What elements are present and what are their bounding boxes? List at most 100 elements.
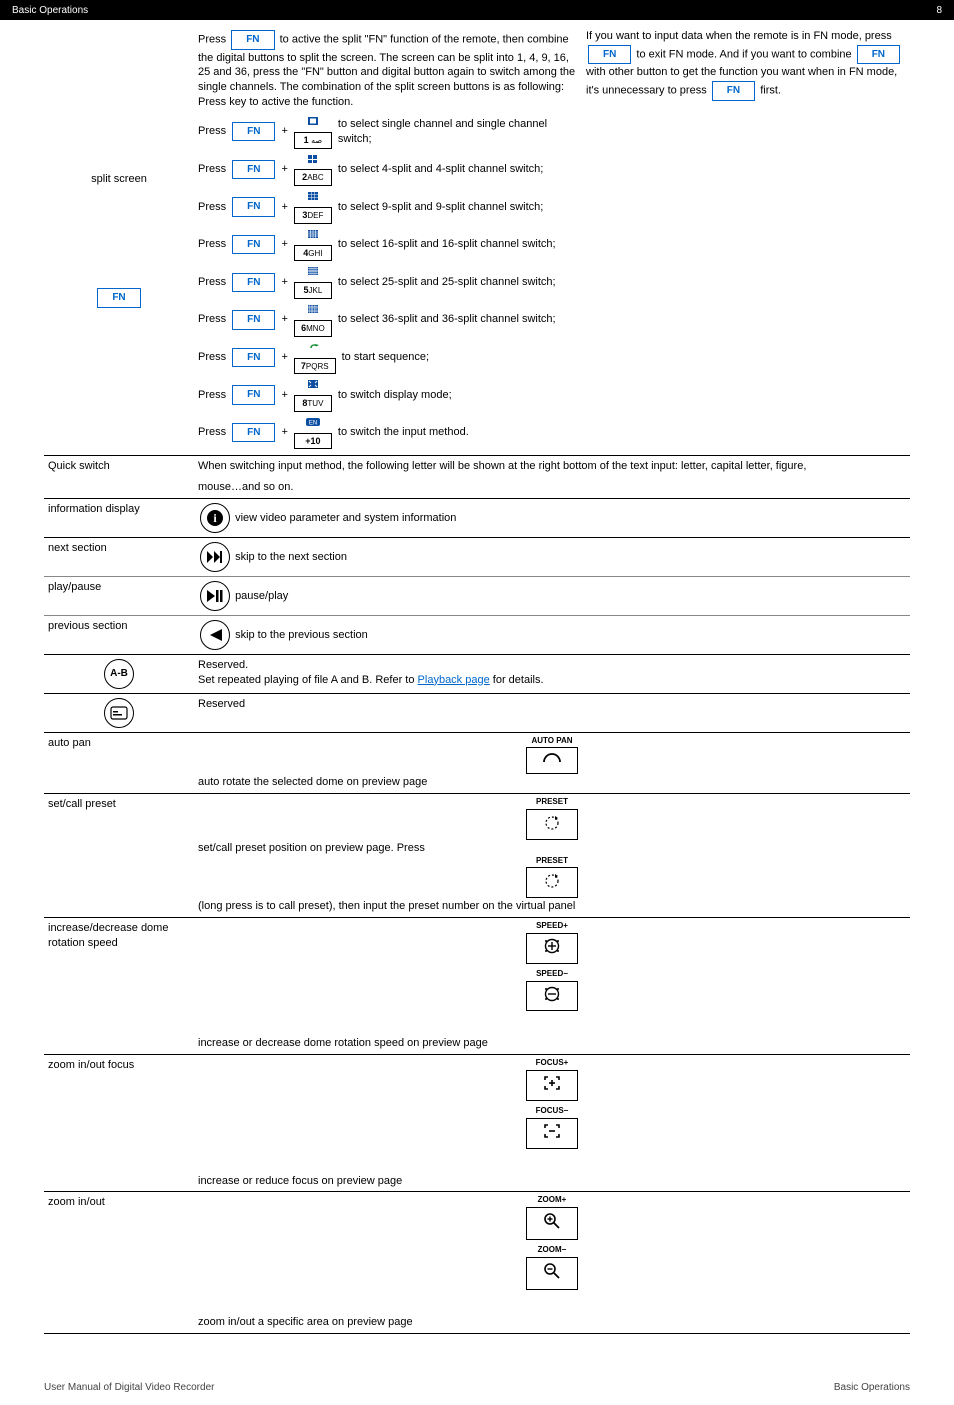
info-icon[interactable]: i xyxy=(200,503,230,533)
row-label-preset: set/call preset xyxy=(44,794,194,918)
row-label-autopan: auto pan xyxy=(44,732,194,793)
digit-key-6[interactable]: 6MNO xyxy=(294,320,332,337)
key-label-speed-plus: SPEED+ xyxy=(536,921,568,932)
text: to select 4-split and 4-split channel sw… xyxy=(338,162,543,177)
fn-key[interactable]: FN xyxy=(232,348,275,368)
text: Press xyxy=(198,350,226,365)
text: key to active the function. xyxy=(229,96,353,108)
text: (long press is to call preset), then inp… xyxy=(198,900,575,912)
text: to start sequence; xyxy=(342,350,429,365)
key-label-focus-minus: FOCUS− xyxy=(536,1106,569,1117)
footer-right: Basic Operations xyxy=(834,1382,910,1393)
row-label-quickswitch: Quick switch xyxy=(44,455,194,476)
fn-key[interactable]: FN xyxy=(712,81,755,101)
mode-icon-16split xyxy=(292,229,334,244)
plus-icon: + xyxy=(281,200,287,215)
zoom-plus-key[interactable] xyxy=(526,1207,578,1240)
subtitle-icon[interactable] xyxy=(104,698,134,728)
fn-key[interactable]: FN xyxy=(232,310,275,330)
playback-page-link[interactable]: Playback page xyxy=(418,674,490,686)
key-label-zoom-plus: ZOOM+ xyxy=(538,1195,567,1206)
digit-key-2[interactable]: 2ABC xyxy=(294,169,332,186)
svg-text:EN: EN xyxy=(309,421,317,427)
text: Reserved xyxy=(198,698,245,710)
text: to exit FN mode. And if you want to comb… xyxy=(636,49,854,61)
text: Press xyxy=(198,237,226,252)
key-label-autopan: AUTO PAN xyxy=(531,736,572,747)
fn-key[interactable]: FN xyxy=(857,45,900,65)
speed-plus-key[interactable] xyxy=(526,933,578,964)
text: Press xyxy=(198,312,226,327)
key-label-speed-minus: SPEED− xyxy=(536,969,568,980)
digit-key-plus10[interactable]: +10 xyxy=(294,433,332,449)
fn-key[interactable]: FN xyxy=(232,197,275,217)
text: to select 9-split and 9-split channel sw… xyxy=(338,200,543,215)
header-right: 8 xyxy=(936,5,942,16)
plus-icon: + xyxy=(281,124,287,139)
text: for details. xyxy=(493,674,544,686)
text: to select 36-split and 36-split channel … xyxy=(338,312,556,327)
text: first. xyxy=(760,85,781,97)
mode-icon-25split xyxy=(292,266,334,281)
row-label-split: split screen xyxy=(48,172,190,187)
text: increase or reduce focus on preview page xyxy=(198,1150,402,1189)
mode-icon-4split xyxy=(292,154,334,169)
row-label-focus: zoom in/out focus xyxy=(44,1055,194,1192)
text: set/call preset position on preview page… xyxy=(198,842,425,854)
fn-key[interactable]: FN xyxy=(97,288,140,308)
mode-icon-input-method: EN xyxy=(292,417,334,432)
footer-left: User Manual of Digital Video Recorder xyxy=(44,1382,214,1393)
page: Basic Operations 8 split screen FN Press… xyxy=(0,0,954,1405)
plus-icon: + xyxy=(281,350,287,365)
ab-repeat-icon[interactable]: A-B xyxy=(104,659,134,689)
fn-key[interactable]: FN xyxy=(232,235,275,255)
key-label-preset: PRESET xyxy=(536,797,568,808)
row-label-prev: previous section xyxy=(44,615,194,654)
header-left: Basic Operations xyxy=(12,5,88,16)
text: Press xyxy=(198,200,226,215)
plus-icon: + xyxy=(281,312,287,327)
focus-plus-key[interactable] xyxy=(526,1070,578,1101)
fn-key[interactable]: FN xyxy=(232,160,275,180)
plus-icon: + xyxy=(281,388,287,403)
text: Press xyxy=(198,34,229,46)
text: to select single channel and single chan… xyxy=(338,117,578,147)
preset-key-2[interactable] xyxy=(526,867,578,898)
plus-icon: + xyxy=(281,237,287,252)
fn-key[interactable]: FN xyxy=(232,273,275,293)
footer: User Manual of Digital Video Recorder Ba… xyxy=(0,1354,954,1405)
preset-key[interactable] xyxy=(526,809,578,840)
row-label-playpause: play/pause xyxy=(44,576,194,615)
fn-key[interactable]: FN xyxy=(231,30,274,50)
speed-minus-key[interactable] xyxy=(526,981,578,1012)
fn-key[interactable]: FN xyxy=(232,122,275,142)
text: mouse…and so on. xyxy=(198,481,293,493)
autopan-key[interactable] xyxy=(526,747,578,774)
fn-key[interactable]: FN xyxy=(232,385,275,405)
focus-minus-key[interactable] xyxy=(526,1118,578,1149)
row-label-speed: increase/decrease dome rotation speed xyxy=(44,918,194,1055)
digit-key-8[interactable]: 8TUV xyxy=(294,395,332,412)
row-label-zoom: zoom in/out xyxy=(44,1192,194,1333)
text: increase or decrease dome rotation speed… xyxy=(198,1012,488,1051)
prev-section-icon[interactable] xyxy=(200,620,230,650)
key-label-focus-plus: FOCUS+ xyxy=(536,1058,569,1069)
text: view video parameter and system informat… xyxy=(235,512,456,524)
text: auto rotate the selected dome on preview… xyxy=(198,776,427,788)
row-label-next: next section xyxy=(44,537,194,576)
digit-key-5[interactable]: 5JKL xyxy=(294,282,332,299)
key-label-preset2: PRESET xyxy=(536,856,568,867)
digit-key-7[interactable]: 7PQRS xyxy=(294,358,336,375)
digit-key-4[interactable]: 4GHI xyxy=(294,245,332,262)
digit-key-1[interactable]: 1 صه xyxy=(294,132,332,149)
text: skip to the next section xyxy=(235,551,347,563)
text: zoom in/out a specific area on preview p… xyxy=(198,1291,413,1330)
zoom-minus-key[interactable] xyxy=(526,1257,578,1290)
digit-key-3[interactable]: 3DEF xyxy=(294,207,332,224)
fn-key[interactable]: FN xyxy=(588,45,631,65)
fn-key[interactable]: FN xyxy=(232,423,275,443)
plus-icon: + xyxy=(281,162,287,177)
row-label-info: information display xyxy=(44,498,194,537)
next-section-icon[interactable] xyxy=(200,542,230,572)
play-pause-icon[interactable] xyxy=(200,581,230,611)
